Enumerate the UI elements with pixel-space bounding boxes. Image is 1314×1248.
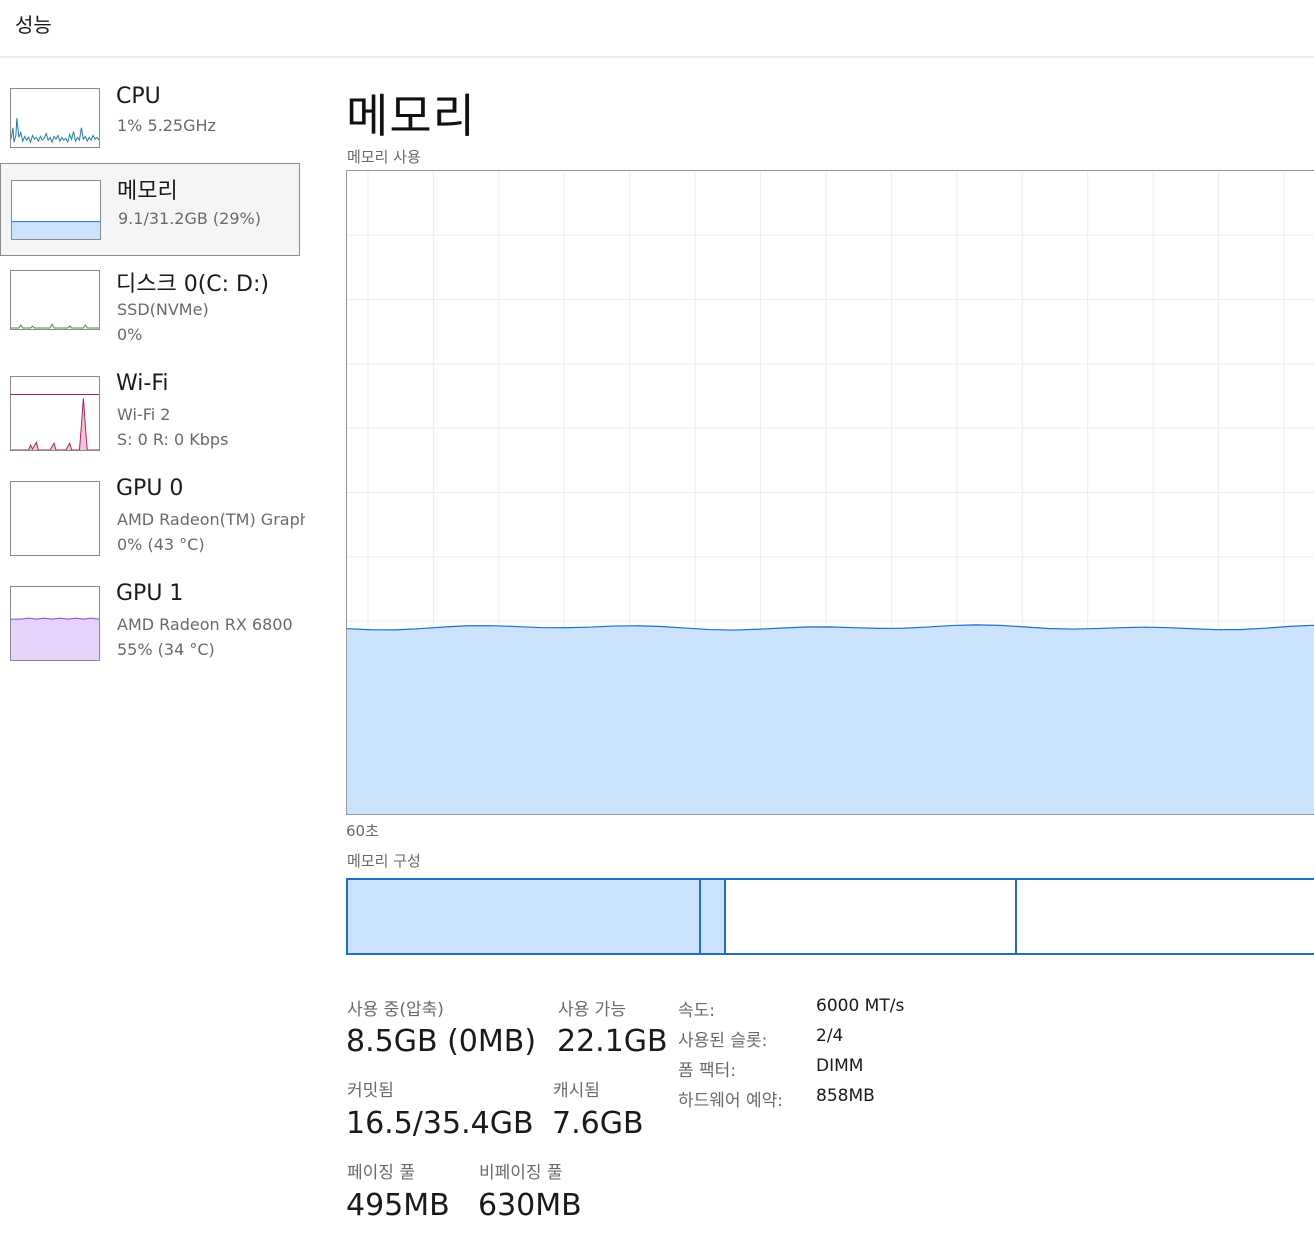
composition-caption: 메모리 구성 [347,852,421,870]
sidebar-item-gpu-1[interactable]: GPU 1 AMD Radeon RX 6800 55% (34 °C) [0,575,300,675]
slots-used-value: 2/4 [816,1026,844,1046]
sidebar-item-detail: 0% [117,325,143,344]
memory-heading: 메모리 [346,89,476,143]
sidebar-item-detail: SSD(NVMe) [117,300,209,319]
sidebar-item-cpu[interactable]: CPU 1% 5.25GHz [0,78,300,168]
sidebar-item-title: CPU [116,84,161,109]
sidebar-item-detail: 1% 5.25GHz [117,116,216,135]
available-label: 사용 가능 [558,1000,626,1020]
speed-value: 6000 MT/s [816,996,905,1016]
in-use-label: 사용 중(압축) [347,1000,444,1020]
in-use-value: 8.5GB (0MB) [346,1024,537,1059]
sidebar-item-wifi[interactable]: Wi-Fi Wi-Fi 2 S: 0 R: 0 Kbps [0,365,300,465]
composition-modified [701,880,726,953]
available-value: 22.1GB [557,1024,668,1059]
sidebar-item-gpu-0[interactable]: GPU 0 AMD Radeon(TM) Graphics 0% (43 °C) [0,470,305,570]
sidebar-item-title: 디스크 0(C: D:) [116,272,269,297]
memory-composition-bar [346,878,1314,955]
sidebar-item-detail: Wi-Fi 2 [117,405,171,424]
sidebar-item-detail: AMD Radeon(TM) Graphics [117,510,305,529]
paged-pool-label: 페이징 풀 [347,1163,415,1183]
hardware-reserved-value: 858MB [816,1086,875,1106]
sidebar-item-title: GPU 1 [116,581,184,606]
sidebar-item-detail: 0% (43 °C) [117,535,205,554]
sidebar-item-title: 메모리 [117,179,178,204]
sidebar-item-detail: 55% (34 °C) [117,640,215,659]
wifi-thumbnail-graph [10,376,100,451]
sidebar-item-title: GPU 0 [116,476,184,501]
sidebar: CPU 1% 5.25GHz 메모리 9.1/31.2GB (29%) 디스크 … [0,60,320,1248]
page-title: 성능 [15,13,52,37]
sidebar-item-detail: AMD Radeon RX 6800 [117,615,293,634]
hardware-reserved-label: 하드웨어 예약: [678,1091,783,1111]
slots-used-label: 사용된 슬롯: [678,1031,768,1051]
speed-label: 속도: [678,1001,716,1021]
composition-free [1017,880,1314,953]
sidebar-item-detail: S: 0 R: 0 Kbps [117,430,229,449]
cached-value: 7.6GB [552,1106,644,1141]
time-caption: 60초 [346,822,379,840]
memory-thumbnail-graph [11,180,101,240]
nonpaged-pool-label: 비페이징 풀 [479,1163,563,1183]
sidebar-item-memory[interactable]: 메모리 9.1/31.2GB (29%) [0,163,300,256]
committed-label: 커밋됨 [347,1081,394,1101]
form-factor-label: 폼 팩터: [678,1061,737,1081]
paged-pool-value: 495MB [346,1188,450,1223]
sidebar-item-detail: 9.1/31.2GB (29%) [118,209,261,228]
nonpaged-pool-value: 630MB [478,1188,582,1223]
usage-caption: 메모리 사용 [347,148,421,166]
cpu-thumbnail-graph [10,88,100,148]
sidebar-item-disk[interactable]: 디스크 0(C: D:) SSD(NVMe) 0% [0,258,300,358]
disk-thumbnail-graph [10,270,100,330]
gpu0-thumbnail-graph [10,481,100,556]
sidebar-item-title: Wi-Fi [116,371,169,396]
form-factor-value: DIMM [816,1056,864,1076]
cached-label: 캐시됨 [553,1081,600,1101]
committed-value: 16.5/35.4GB [346,1106,534,1141]
header: 성능 [0,0,1314,58]
gpu1-thumbnail-graph [10,586,100,661]
main-panel: 메모리 메모리 사용 60초 메모리 구성 사용 중(압축) 8.5GB (0M… [320,60,1314,1248]
composition-in-use [348,880,701,953]
memory-usage-graph [346,170,1314,815]
composition-standby [726,880,1017,953]
